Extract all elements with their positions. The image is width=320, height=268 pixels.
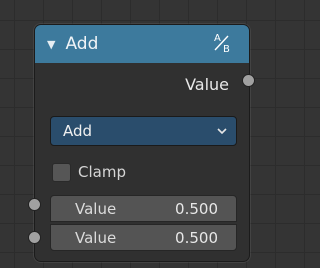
chevron-down-icon	[217, 128, 227, 135]
collapse-icon[interactable]: ▼	[47, 38, 55, 51]
output-socket[interactable]	[242, 74, 255, 87]
svg-text:B: B	[223, 44, 230, 55]
output-label: Value	[185, 75, 229, 94]
clamp-checkbox[interactable]	[52, 162, 71, 182]
math-node[interactable]: ▼ Add A B Value Add Clamp Value 0.500 Va…	[34, 24, 250, 262]
value-input-1-label: Value	[75, 199, 117, 218]
value-input-2-value: 0.500	[175, 228, 218, 247]
operation-value: Add	[63, 122, 93, 140]
value-input-2-label: Value	[75, 228, 117, 247]
operation-dropdown[interactable]: Add	[50, 116, 237, 146]
clamp-label: Clamp	[78, 163, 126, 181]
input-socket-2[interactable]	[28, 231, 41, 244]
node-header[interactable]: ▼ Add A B	[35, 25, 249, 63]
value-input-2[interactable]: Value 0.500	[50, 224, 237, 251]
input-socket-1[interactable]	[28, 198, 41, 211]
clamp-option[interactable]: Clamp	[52, 158, 126, 186]
node-title: Add	[65, 34, 99, 54]
math-operation-icon: A B	[214, 33, 230, 55]
svg-text:A: A	[214, 33, 221, 44]
value-input-1[interactable]: Value 0.500	[50, 195, 237, 222]
value-input-1-value: 0.500	[175, 199, 218, 218]
